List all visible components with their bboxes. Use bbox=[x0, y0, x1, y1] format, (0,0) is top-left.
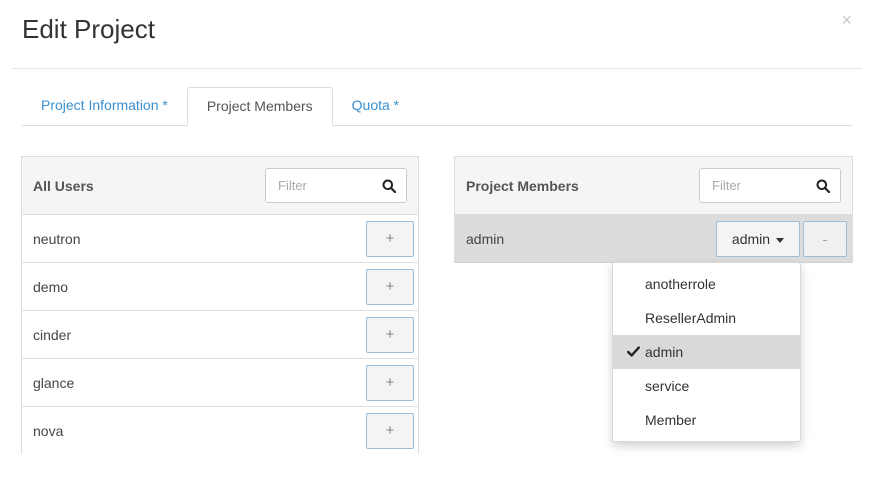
modal-title: Edit Project bbox=[22, 14, 155, 44]
role-option-label: anotherrole bbox=[645, 276, 716, 292]
search-icon[interactable] bbox=[382, 179, 396, 193]
tab-quota[interactable]: Quota * bbox=[333, 87, 418, 125]
role-option-member[interactable]: Member bbox=[613, 403, 800, 437]
role-option-label: Member bbox=[645, 412, 697, 428]
role-option-label: admin bbox=[645, 344, 684, 360]
project-members-header: Project Members bbox=[455, 157, 852, 215]
member-name: admin bbox=[466, 231, 505, 247]
project-members-filter-input[interactable] bbox=[700, 170, 810, 201]
project-members-panel: Project Members admin admin - bbox=[454, 156, 853, 263]
role-dropdown-button[interactable]: admin bbox=[716, 221, 800, 257]
role-option-reselleradmin[interactable]: ResellerAdmin bbox=[613, 301, 800, 335]
user-row-nova: nova + bbox=[22, 407, 418, 455]
add-user-button[interactable]: + bbox=[366, 413, 414, 449]
user-row-neutron: neutron + bbox=[22, 215, 418, 263]
user-name: glance bbox=[33, 375, 75, 391]
user-row-cinder: cinder + bbox=[22, 311, 418, 359]
all-users-header: All Users bbox=[22, 157, 418, 215]
role-option-admin[interactable]: admin bbox=[613, 335, 800, 369]
user-name: demo bbox=[33, 279, 69, 295]
close-icon[interactable]: × bbox=[841, 10, 852, 31]
add-user-button[interactable]: + bbox=[366, 365, 414, 401]
role-option-label: service bbox=[645, 378, 690, 394]
search-icon[interactable] bbox=[816, 179, 830, 193]
project-members-filter bbox=[699, 168, 841, 203]
add-user-button[interactable]: + bbox=[366, 317, 414, 353]
remove-member-button[interactable]: - bbox=[803, 221, 847, 257]
add-user-button[interactable]: + bbox=[366, 221, 414, 257]
tab-project-members[interactable]: Project Members bbox=[186, 87, 333, 126]
user-row-glance: glance + bbox=[22, 359, 418, 407]
header-divider bbox=[12, 68, 862, 69]
role-option-anotherrole[interactable]: anotherrole bbox=[613, 267, 800, 301]
user-name: nova bbox=[33, 423, 64, 439]
caret-down-icon bbox=[776, 237, 785, 243]
user-name: cinder bbox=[33, 327, 72, 343]
user-name: neutron bbox=[33, 231, 81, 247]
all-users-title: All Users bbox=[33, 178, 94, 194]
role-dropdown-value: admin bbox=[731, 231, 771, 247]
user-row-demo: demo + bbox=[22, 263, 418, 311]
all-users-panel: All Users neutron + demo + cinder + glan… bbox=[21, 156, 419, 455]
tab-project-information[interactable]: Project Information * bbox=[22, 87, 187, 125]
project-members-title: Project Members bbox=[466, 178, 579, 194]
member-row-admin: admin admin - bbox=[455, 215, 852, 263]
tab-bar: Project Information * Project Members Qu… bbox=[22, 87, 852, 126]
all-users-filter bbox=[265, 168, 407, 203]
add-user-button[interactable]: + bbox=[366, 269, 414, 305]
role-option-service[interactable]: service bbox=[613, 369, 800, 403]
all-users-filter-input[interactable] bbox=[266, 170, 376, 201]
checkmark-icon bbox=[627, 346, 640, 357]
role-dropdown-menu: anotherrole ResellerAdmin admin service … bbox=[612, 262, 801, 442]
role-option-label: ResellerAdmin bbox=[645, 310, 737, 326]
